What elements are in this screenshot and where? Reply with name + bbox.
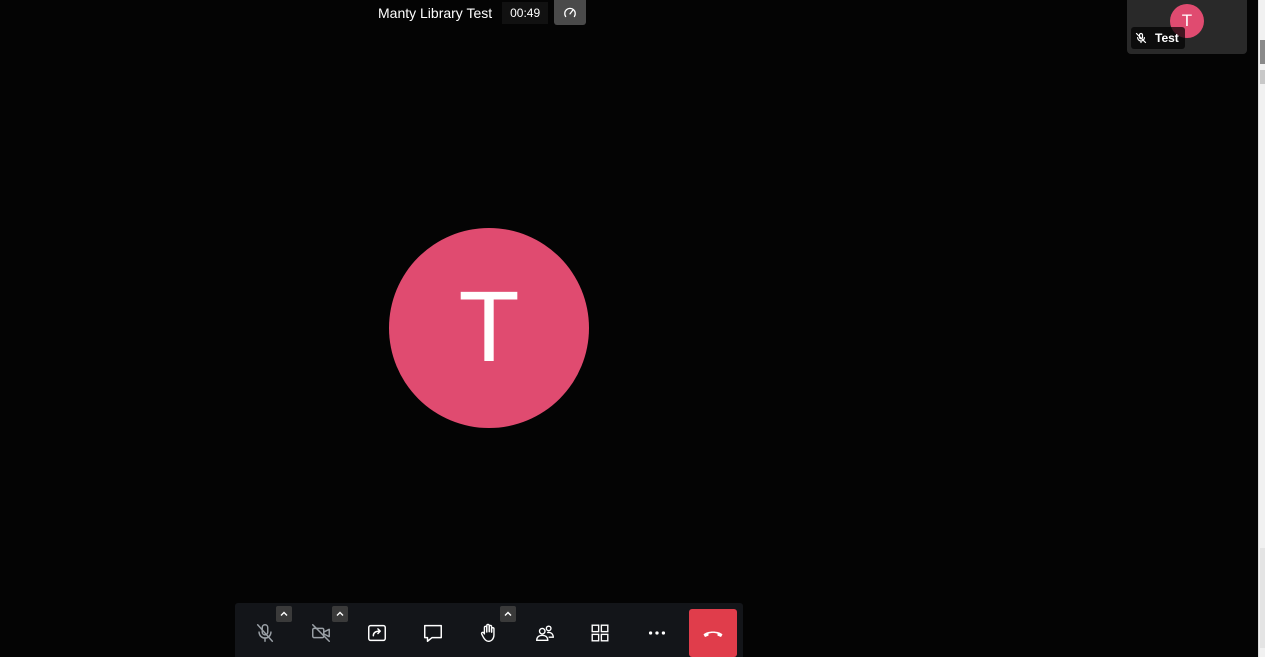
- chat-icon: [422, 622, 444, 644]
- share-screen-button[interactable]: [353, 609, 401, 657]
- video-settings-caret[interactable]: [332, 606, 348, 622]
- connection-stats-button[interactable]: [554, 0, 587, 25]
- toolbox: [235, 603, 743, 657]
- large-avatar: T: [389, 228, 589, 428]
- chevron-up-icon: [335, 609, 345, 619]
- audio-settings-caret[interactable]: [276, 606, 292, 622]
- chevron-up-icon: [503, 609, 513, 619]
- meeting-subject: Manty Library Test: [363, 1, 503, 24]
- chat-button[interactable]: [409, 609, 457, 657]
- tile-view-icon: [589, 622, 611, 644]
- local-participant-name: Test: [1155, 31, 1179, 45]
- more-icon: [646, 622, 668, 644]
- meeting-timer: 00:49: [502, 1, 549, 24]
- hand-icon: [478, 622, 500, 644]
- camera-off-icon: [310, 622, 332, 644]
- scrollbar-segment: [1260, 70, 1265, 84]
- local-video-tile[interactable]: T Test: [1127, 0, 1247, 54]
- microphone-muted-icon: [1135, 32, 1147, 44]
- chevron-up-icon: [279, 609, 289, 619]
- gauge-icon: [563, 6, 577, 20]
- microphone-muted-icon: [254, 622, 276, 644]
- participants-button[interactable]: [521, 609, 569, 657]
- tile-view-button[interactable]: [576, 609, 624, 657]
- hangup-button[interactable]: [689, 609, 737, 657]
- hangup-icon: [701, 621, 725, 645]
- participants-icon: [534, 622, 556, 644]
- scrollbar-thumb[interactable]: [1260, 40, 1265, 64]
- local-name-label: Test: [1131, 27, 1185, 49]
- conference-stage: Manty Library Test 00:49 T T Test: [0, 0, 1258, 657]
- share-screen-icon: [366, 622, 388, 644]
- more-button[interactable]: [633, 609, 681, 657]
- large-avatar-initial: T: [458, 271, 520, 383]
- scrollbar-segment: [1260, 548, 1265, 648]
- reactions-caret[interactable]: [500, 606, 516, 622]
- page-scrollbar[interactable]: [1258, 0, 1265, 657]
- subject-bar: Manty Library Test 00:49: [363, 0, 587, 25]
